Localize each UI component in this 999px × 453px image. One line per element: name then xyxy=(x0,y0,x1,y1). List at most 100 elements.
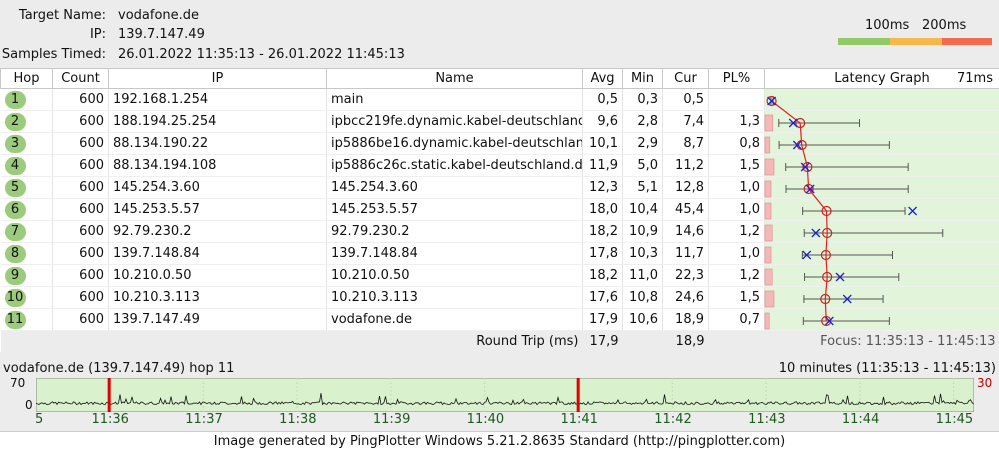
name-cell: 139.7.148.84 xyxy=(327,243,583,265)
avg-cell: 18,0 xyxy=(583,199,623,221)
col-ip[interactable]: IP xyxy=(109,69,327,89)
timeline-title: vodafone.de (139.7.147.49) hop 11 xyxy=(3,361,234,376)
min-cell: 0,3 xyxy=(623,89,663,111)
pl-cell: 1,0 xyxy=(709,243,765,265)
pl-cell: 0,8 xyxy=(709,133,765,155)
avg-cell: 17,6 xyxy=(583,287,623,309)
table-header-row: Hop Count IP Name Avg Min Cur PL% Latenc… xyxy=(1,69,999,89)
count-cell: 600 xyxy=(53,221,109,243)
hop-cell: 6 xyxy=(1,199,53,221)
timeline-tick-label: 11:45 xyxy=(936,412,973,427)
hop-cell: 4 xyxy=(1,155,53,177)
col-hop[interactable]: Hop xyxy=(1,69,53,89)
timeline-tick-first: 5 xyxy=(35,412,43,427)
name-cell: main xyxy=(327,89,583,111)
pl-cell: 0,7 xyxy=(709,309,765,331)
timeline-tick-label: 11:41 xyxy=(560,412,597,427)
count-cell: 600 xyxy=(53,243,109,265)
hop-cell: 10 xyxy=(1,287,53,309)
cur-cell: 12,8 xyxy=(663,177,709,199)
legend-red-bar xyxy=(942,38,992,45)
legend-100ms-label: 100ms xyxy=(865,18,909,33)
packet-loss-bar xyxy=(765,313,769,329)
timeline-y-zero: 0 xyxy=(25,398,33,412)
col-latency-graph[interactable]: Latency Graph 71ms xyxy=(765,69,999,89)
legend-orange-bar xyxy=(890,38,942,45)
avg-cell: 10,1 xyxy=(583,133,623,155)
timeline-tick-label: 11:37 xyxy=(185,412,222,427)
count-cell: 600 xyxy=(53,265,109,287)
hop-badge: 10 xyxy=(5,289,26,307)
hop-cell: 5 xyxy=(1,177,53,199)
ip-cell: 192.168.1.254 xyxy=(109,89,327,111)
min-cell: 10,3 xyxy=(623,243,663,265)
col-pl[interactable]: PL% xyxy=(709,69,765,89)
col-name[interactable]: Name xyxy=(327,69,583,89)
round-trip-pl-empty xyxy=(709,331,765,353)
packet-loss-bar xyxy=(765,247,771,263)
target-name-value: vodafone.de xyxy=(118,8,199,23)
timeline-tick-label: 11:43 xyxy=(748,412,785,427)
packet-loss-bar xyxy=(765,159,774,175)
round-trip-label: Round Trip (ms) xyxy=(1,331,583,353)
avg-cell: 9,6 xyxy=(583,111,623,133)
col-avg[interactable]: Avg xyxy=(583,69,623,89)
round-trip-min-empty xyxy=(623,331,663,353)
name-cell: ipbcc219fe.dynamic.kabel-deutschland. xyxy=(327,111,583,133)
col-cur[interactable]: Cur xyxy=(663,69,709,89)
packet-loss-bar xyxy=(765,115,773,131)
round-trip-avg: 17,9 xyxy=(583,331,623,353)
name-cell: ip5886c26c.static.kabel-deutschland.de xyxy=(327,155,583,177)
pl-cell: 1,0 xyxy=(709,199,765,221)
name-cell: 145.253.5.57 xyxy=(327,199,583,221)
count-cell: 600 xyxy=(53,111,109,133)
hop-cell: 11 xyxy=(1,309,53,331)
target-name-label: Target Name: xyxy=(0,8,106,23)
hop-cell: 3 xyxy=(1,133,53,155)
col-count[interactable]: Count xyxy=(53,69,109,89)
timeline-chart[interactable] xyxy=(36,378,974,412)
cur-cell: 14,6 xyxy=(663,221,709,243)
hop-badge: 7 xyxy=(5,223,26,241)
hop-cell: 7 xyxy=(1,221,53,243)
cur-cell: 22,3 xyxy=(663,265,709,287)
ip-label: IP: xyxy=(0,27,106,42)
packet-loss-bar xyxy=(765,291,774,307)
cur-cell: 11,7 xyxy=(663,243,709,265)
pl-cell: 1,2 xyxy=(709,265,765,287)
col-min[interactable]: Min xyxy=(623,69,663,89)
avg-cell: 11,9 xyxy=(583,155,623,177)
ip-cell: 139.7.148.84 xyxy=(109,243,327,265)
hop-cell: 8 xyxy=(1,243,53,265)
legend-200ms-label: 200ms xyxy=(922,18,966,33)
round-trip-row: Round Trip (ms) 17,9 18,9 Focus: 11:35:1… xyxy=(1,331,999,353)
count-cell: 600 xyxy=(53,309,109,331)
min-cell: 10,9 xyxy=(623,221,663,243)
min-cell: 2,8 xyxy=(623,111,663,133)
cur-cell: 0,5 xyxy=(663,89,709,111)
timeline-y-top: 70 xyxy=(10,376,25,390)
pl-cell: 1,3 xyxy=(709,111,765,133)
pl-cell: 1,5 xyxy=(709,287,765,309)
latency-graph[interactable] xyxy=(764,90,999,332)
pl-cell: 1,5 xyxy=(709,155,765,177)
hop-badge: 4 xyxy=(5,157,26,175)
hop-badge: 2 xyxy=(5,113,26,131)
cur-cell: 8,7 xyxy=(663,133,709,155)
timeline-tick-label: 11:40 xyxy=(467,412,504,427)
min-cell: 11,0 xyxy=(623,265,663,287)
name-cell: 10.210.0.50 xyxy=(327,265,583,287)
packet-loss-bar xyxy=(765,137,770,153)
ip-cell: 139.7.147.49 xyxy=(109,309,327,331)
samples-timed-value: 26.01.2022 11:35:13 - 26.01.2022 11:45:1… xyxy=(118,47,405,62)
timeline-tick-label: 11:36 xyxy=(91,412,128,427)
count-cell: 600 xyxy=(53,287,109,309)
timeline-range: 10 minutes (11:35:13 - 11:45:13) xyxy=(779,361,996,376)
pl-cell: 1,2 xyxy=(709,221,765,243)
round-trip-cur: 18,9 xyxy=(663,331,709,353)
min-cell: 5,1 xyxy=(623,177,663,199)
name-cell: 145.254.3.60 xyxy=(327,177,583,199)
latency-graph-max: 71ms xyxy=(957,71,993,86)
timeline-tick-label: 11:42 xyxy=(654,412,691,427)
ip-cell: 145.254.3.60 xyxy=(109,177,327,199)
